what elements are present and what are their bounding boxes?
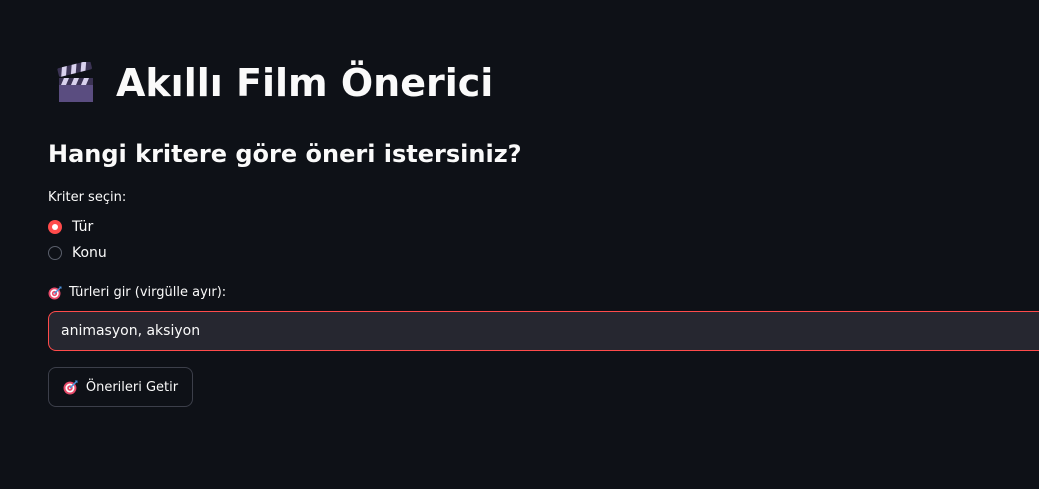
radio-option-label: Tür: [72, 219, 94, 235]
genre-input[interactable]: [48, 311, 1039, 351]
genre-input-label: Türleri gir (virgülle ayır):: [48, 285, 226, 300]
dart-target-icon: [63, 380, 78, 395]
clapper-board-icon: [56, 60, 96, 104]
criteria-radio-label: Kriter seçin:: [48, 190, 127, 205]
radio-option-konu[interactable]: Konu: [48, 245, 107, 261]
radio-unchecked-icon[interactable]: [48, 246, 62, 260]
genre-input-label-text: Türleri gir (virgülle ayır):: [69, 285, 227, 300]
page-title: Akıllı Film Önerici: [116, 61, 494, 105]
button-label: Önerileri Getir: [85, 379, 179, 395]
get-recommendations-button[interactable]: Önerileri Getir: [48, 367, 193, 407]
radio-checked-icon[interactable]: [48, 220, 62, 234]
radio-option-tur[interactable]: Tür: [48, 219, 93, 235]
title-row: Akıllı Film Önerici: [56, 58, 493, 108]
criteria-heading: Hangi kritere göre öneri istersiniz?: [48, 140, 522, 168]
radio-option-label: Konu: [72, 245, 107, 261]
dart-target-icon: [48, 286, 62, 300]
app-container: Akıllı Film Önerici Hangi kritere göre ö…: [0, 0, 1039, 489]
